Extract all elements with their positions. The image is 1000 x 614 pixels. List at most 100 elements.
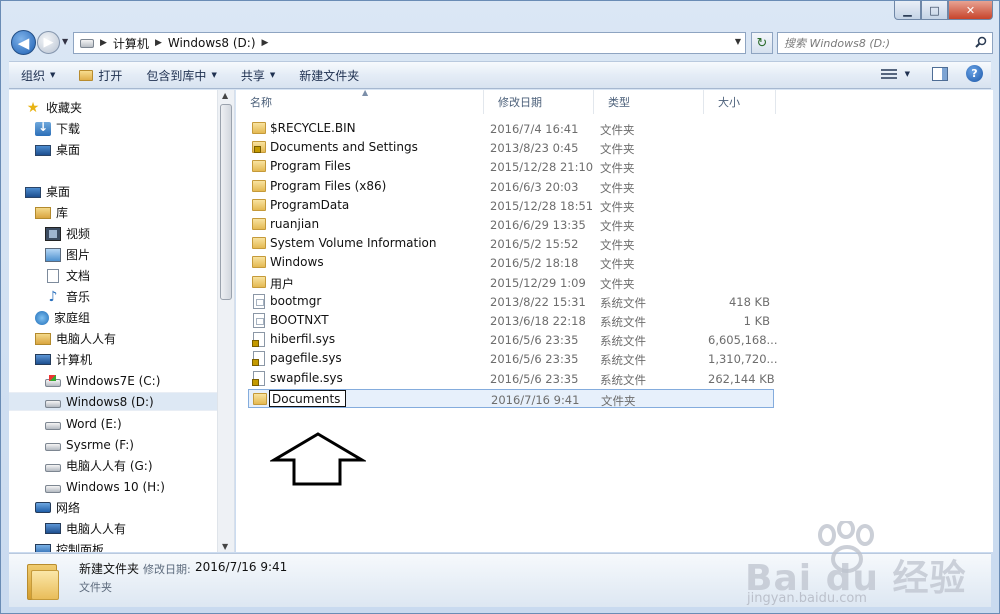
view-options-dropdown[interactable]: ▼	[905, 70, 910, 78]
sidebar-item-libraries[interactable]: 库	[35, 203, 68, 222]
table-row[interactable]: hiberfil.sys 2016/5/6 23:35 系统文件 6,605,168.…	[248, 330, 778, 349]
sidebar-item-label: 视频	[66, 227, 91, 241]
table-row[interactable]: System Volume Information 2016/5/2 15:52 文…	[248, 234, 774, 253]
sidebar-item-drive-c[interactable]: Windows7E (C:)	[45, 371, 160, 390]
video-icon	[45, 226, 61, 241]
table-row[interactable]: bootmgr 2013/8/22 15:31 系统文件 418 KB	[248, 292, 774, 311]
music-note-icon: ♪	[48, 288, 58, 305]
column-header-label: 名称	[250, 96, 272, 109]
close-button[interactable]: ✕	[948, 1, 993, 20]
sidebar-item-drive-d[interactable]: Windows8 (D:)	[9, 392, 217, 411]
sidebar-item-downloads[interactable]: 下载	[35, 119, 80, 138]
sidebar-item-documents[interactable]: 文档	[45, 266, 90, 285]
sidebar-item-network-pc[interactable]: 电脑人人有	[45, 519, 126, 538]
refresh-button[interactable]: ↻	[751, 32, 773, 54]
renaming-folder-row[interactable]: 2016/7/16 9:41 文件夹	[248, 389, 774, 408]
breadcrumb-separator[interactable]: ▶	[155, 38, 162, 48]
table-row[interactable]: ruanjian 2016/6/29 13:35 文件夹	[248, 215, 774, 234]
breadcrumb-separator[interactable]: ▶	[262, 38, 269, 48]
table-row[interactable]: Documents and Settings 2013/8/23 0:45 文件夹	[248, 138, 774, 157]
breadcrumb-separator[interactable]: ▶	[100, 38, 107, 48]
navigation-scrollbar[interactable]: ▲ ▼	[217, 90, 234, 552]
command-bar: 组织 ▼ 打开 包含到库中 ▼ 共享 ▼ 新建文件夹 ▼ ?	[9, 61, 991, 89]
table-row[interactable]: Program Files (x86) 2016/6/3 20:03 文件夹	[248, 177, 774, 196]
modified-date-value: 2016/7/16 9:41	[195, 560, 288, 574]
chevron-down-icon: ▼	[211, 71, 217, 79]
modified-date: 2016/7/16 9:41	[491, 393, 580, 407]
table-row[interactable]: BOOTNXT 2013/6/18 22:18 系统文件 1 KB	[248, 311, 774, 330]
table-row[interactable]: ProgramData 2015/12/28 18:51 文件夹	[248, 196, 774, 215]
file-type: 文件夹	[600, 199, 635, 214]
address-bar[interactable]: ▶ 计算机 ▶ Windows8 (D:) ▶ ▼	[73, 32, 746, 54]
sidebar-item-homegroup[interactable]: 家庭组	[35, 308, 90, 327]
minimize-button[interactable]: ▁	[894, 1, 921, 20]
sidebar-item-control-panel[interactable]: 控制面板	[35, 540, 104, 552]
table-row[interactable]: swapfile.sys 2016/5/6 23:35 系统文件 262,144 KB	[248, 369, 775, 388]
sidebar-item-label: 桌面	[46, 185, 71, 199]
column-header-modified[interactable]: 修改日期	[484, 90, 594, 114]
preview-pane-icon[interactable]	[932, 66, 948, 81]
folder-icon	[252, 218, 266, 230]
table-row[interactable]: Program Files 2015/12/28 21:10 文件夹	[248, 157, 774, 176]
table-row[interactable]: pagefile.sys 2016/5/6 23:35 系统文件 1,310,720.…	[248, 349, 778, 368]
sidebar-item-user[interactable]: 电脑人人有	[35, 329, 116, 348]
sidebar-item-desktop-favorite[interactable]: 桌面	[35, 140, 80, 159]
file-type: 系统文件	[600, 334, 646, 349]
table-row[interactable]: Windows 2016/5/2 18:18 文件夹	[248, 253, 774, 272]
modified-date: 2016/6/29 13:35	[490, 218, 586, 232]
address-history-dropdown[interactable]: ▼	[735, 37, 741, 46]
sidebar-item-music[interactable]: ♪ 音乐	[45, 287, 90, 306]
sidebar-item-pictures[interactable]: 图片	[45, 245, 90, 264]
maximize-button[interactable]: □	[921, 1, 948, 20]
help-icon[interactable]: ?	[966, 65, 983, 82]
desktop-icon	[25, 186, 41, 198]
column-header-type[interactable]: 类型	[594, 90, 704, 114]
table-row[interactable]: $RECYCLE.BIN 2016/7/4 16:41 文件夹	[248, 119, 774, 138]
include-in-library-button[interactable]: 包含到库中 ▼	[134, 62, 228, 88]
column-header-size[interactable]: 大小	[704, 90, 776, 114]
modified-date: 2015/12/28 21:10	[490, 160, 594, 175]
scrollbar-thumb[interactable]	[220, 104, 232, 300]
sidebar-item-favorites[interactable]: ★ 收藏夹	[25, 98, 82, 117]
locked-sysfile-icon	[252, 332, 265, 348]
sidebar-item-videos[interactable]: 视频	[45, 224, 90, 243]
new-folder-button[interactable]: 新建文件夹	[287, 62, 371, 88]
rename-input[interactable]	[269, 390, 346, 407]
recent-pages-dropdown[interactable]: ▼	[62, 37, 68, 46]
sidebar-item-network[interactable]: 网络	[35, 498, 80, 517]
modified-date: 2016/5/6 23:35	[490, 333, 579, 348]
breadcrumb-computer[interactable]: 计算机	[113, 35, 149, 52]
breadcrumb-drive-d[interactable]: Windows8 (D:)	[168, 36, 256, 50]
folder-icon	[252, 160, 266, 173]
modified-date: 2015/12/29 1:09	[490, 275, 586, 290]
file-name: bootmgr	[270, 293, 322, 308]
change-view-icon[interactable]	[880, 68, 897, 80]
organize-button[interactable]: 组织 ▼	[9, 62, 67, 88]
table-row[interactable]: 用户 2015/12/29 1:09 文件夹	[248, 273, 774, 292]
download-icon	[35, 120, 51, 136]
column-header-name[interactable]: 名称 ▲	[236, 88, 484, 114]
modified-date: 2016/5/2 15:52	[490, 237, 579, 252]
sidebar-item-drive-h[interactable]: Windows 10 (H:)	[45, 477, 165, 496]
open-button[interactable]: 打开	[67, 62, 134, 88]
sidebar-item-desktop[interactable]: 桌面	[25, 182, 70, 201]
document-icon	[47, 268, 59, 283]
system-drive-icon	[45, 374, 61, 387]
folder-icon	[252, 237, 266, 250]
sidebar-item-drive-g[interactable]: 电脑人人有 (G:)	[45, 456, 153, 475]
file-name: swapfile.sys	[270, 370, 343, 385]
scroll-up-icon[interactable]: ▲	[222, 91, 228, 100]
folder-icon	[252, 179, 266, 192]
search-icon[interactable]	[975, 36, 987, 51]
back-button[interactable]: ◀	[11, 30, 36, 55]
forward-button[interactable]: ▶	[37, 31, 60, 54]
annotation-arrow-up-icon	[270, 432, 366, 486]
folder-icon	[252, 198, 266, 211]
sidebar-item-drive-f[interactable]: Sysrme (F:)	[45, 435, 134, 454]
chevron-down-icon: ▼	[269, 71, 276, 79]
sidebar-item-computer[interactable]: 计算机	[35, 350, 92, 369]
search-input[interactable]	[784, 36, 964, 50]
scroll-down-icon[interactable]: ▼	[222, 542, 228, 551]
share-button[interactable]: 共享 ▼	[229, 62, 287, 88]
sidebar-item-drive-e[interactable]: Word (E:)	[45, 414, 122, 433]
